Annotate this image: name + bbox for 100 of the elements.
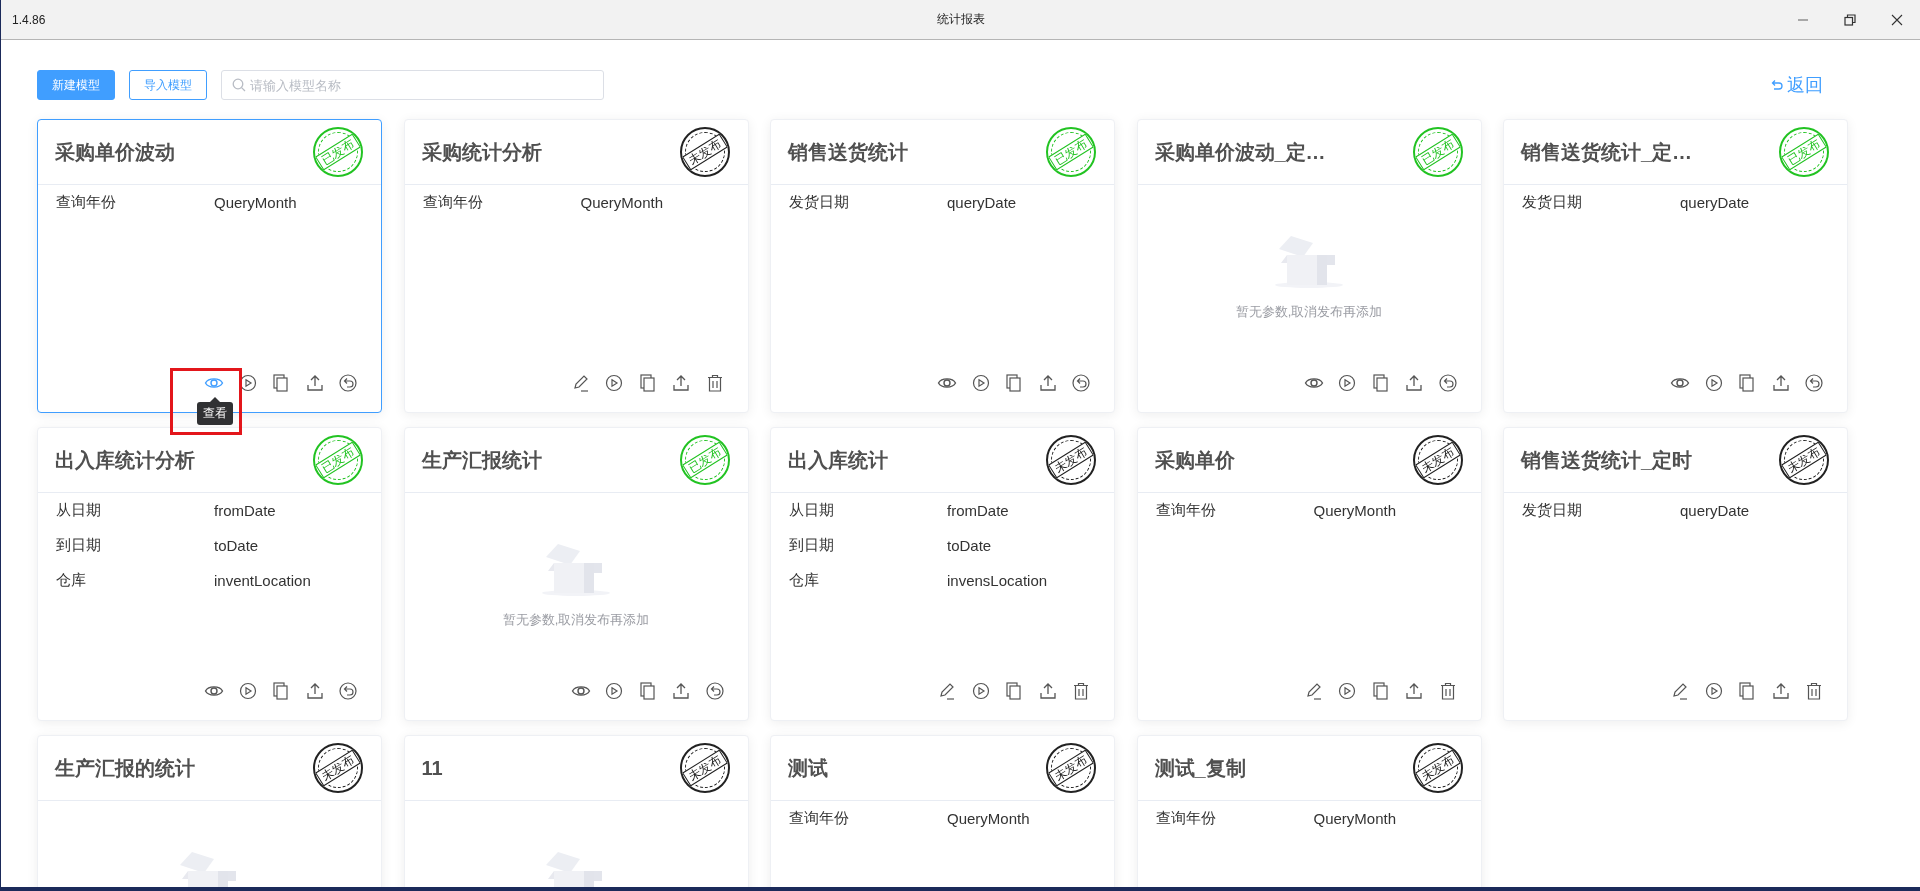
card-title: 出入库统计分析	[55, 447, 195, 473]
status-stamp: 未发布	[313, 743, 363, 793]
copy-icon	[1370, 373, 1391, 393]
upload-button[interactable]	[1770, 681, 1791, 701]
play-button[interactable]	[1337, 373, 1357, 393]
play-button[interactable]	[237, 681, 258, 701]
param-label: 到日期	[56, 536, 102, 555]
card-title: 测试	[788, 755, 828, 781]
upload-icon	[1770, 681, 1791, 701]
param-label: 从日期	[56, 501, 102, 520]
copy-button[interactable]	[1737, 681, 1757, 701]
undo-button[interactable]	[338, 373, 358, 393]
param-value: QueryMonth	[1313, 502, 1397, 519]
card-title: 出入库统计	[788, 447, 888, 473]
param-label: 查询年份	[56, 193, 117, 212]
upload-button[interactable]	[304, 373, 325, 393]
play-button[interactable]	[970, 681, 991, 701]
trash-button[interactable]	[1071, 681, 1091, 701]
param-label: 查询年份	[1155, 809, 1217, 828]
upload-button[interactable]	[671, 681, 691, 701]
model-card[interactable]: 生产汇报统计 已发布 暂无参数,取消发布再添加	[403, 427, 749, 721]
card-title: 生产汇报的统计	[55, 755, 195, 781]
tooltip: 查看	[197, 397, 233, 425]
copy-button[interactable]	[1737, 373, 1757, 393]
copy-button[interactable]	[637, 681, 658, 701]
trash-button[interactable]	[1804, 681, 1824, 701]
model-card[interactable]: 销售送货统计_定… 已发布 发货日期 queryDate	[1503, 119, 1848, 413]
play-icon	[604, 681, 624, 701]
model-card[interactable]: 出入库统计分析 已发布 从日期 fromDate 到日期 toDate 仓库 inventLocation	[37, 427, 382, 721]
restore-icon	[1843, 13, 1856, 26]
upload-button[interactable]	[1404, 681, 1424, 701]
play-button[interactable]	[1337, 681, 1357, 701]
param-value: inventLocation	[214, 572, 311, 589]
upload-icon	[1770, 373, 1791, 393]
copy-button[interactable]	[1370, 373, 1391, 393]
undo-button[interactable]	[338, 681, 358, 701]
upload-icon	[1037, 373, 1058, 393]
undo-button[interactable]	[1071, 373, 1091, 393]
copy-button[interactable]	[271, 373, 291, 393]
undo-button[interactable]	[704, 681, 725, 701]
param-label: 查询年份	[1155, 501, 1217, 520]
pencil-icon	[937, 681, 957, 701]
play-button[interactable]	[1703, 681, 1724, 701]
copy-button[interactable]	[1370, 681, 1391, 701]
copy-icon	[1004, 681, 1024, 701]
upload-button[interactable]	[671, 373, 691, 393]
undo-button[interactable]	[1804, 373, 1824, 393]
play-button[interactable]	[604, 373, 624, 393]
model-card[interactable]: 销售送货统计 已发布 发货日期 queryDate	[770, 119, 1115, 413]
play-icon	[970, 373, 991, 393]
undo-icon	[1071, 373, 1091, 393]
param-label: 发货日期	[789, 193, 850, 212]
model-card[interactable]: 11 未发布	[403, 735, 749, 887]
play-button[interactable]	[604, 681, 624, 701]
play-button[interactable]	[1703, 373, 1724, 393]
copy-button[interactable]	[1004, 373, 1024, 393]
card-title: 销售送货统计_定…	[1521, 139, 1693, 165]
param-label: 发货日期	[1522, 501, 1583, 520]
upload-icon	[304, 373, 325, 393]
copy-button[interactable]	[1004, 681, 1024, 701]
model-card[interactable]: 出入库统计 未发布 从日期 fromDate 到日期 toDate 仓库 invensLocation	[770, 427, 1115, 721]
pencil-button[interactable]	[937, 681, 957, 701]
model-card[interactable]: 采购统计分析 未发布 查询年份 QueryMonth	[403, 119, 749, 413]
copy-button[interactable]	[637, 373, 658, 393]
card-title: 采购单价波动_定…	[1154, 139, 1326, 165]
status-stamp: 未发布	[1779, 435, 1829, 485]
status-stamp: 未发布	[1046, 435, 1096, 485]
undo-icon	[704, 681, 725, 701]
model-card[interactable]: 采购单价 未发布 查询年份 QueryMonth	[1136, 427, 1482, 721]
param-label: 仓库	[789, 571, 820, 590]
upload-button[interactable]	[304, 681, 325, 701]
copy-button[interactable]	[271, 681, 291, 701]
upload-button[interactable]	[1037, 681, 1058, 701]
return-icon	[1769, 78, 1783, 92]
trash-icon	[1804, 681, 1824, 701]
param-value: fromDate	[214, 502, 276, 519]
model-card[interactable]: 测试_复制 未发布 查询年份 QueryMonth	[1136, 735, 1482, 887]
upload-button[interactable]	[1404, 373, 1424, 393]
card-title: 生产汇报统计	[421, 447, 542, 473]
param-value: QueryMonth	[1313, 810, 1397, 827]
upload-button[interactable]	[1037, 373, 1058, 393]
param-label: 发货日期	[1522, 193, 1583, 212]
pencil-button[interactable]	[1670, 681, 1690, 701]
model-card[interactable]: 销售送货统计_定时 未发布 发货日期 queryDate	[1503, 427, 1848, 721]
card-title: 11	[421, 756, 443, 780]
param-value: QueryMonth	[947, 810, 1030, 827]
copy-icon	[1737, 373, 1757, 393]
search-field[interactable]: 请输入模型名称	[221, 70, 604, 100]
undo-button[interactable]	[1437, 373, 1458, 393]
copy-icon	[1370, 681, 1391, 701]
card-title: 销售送货统计	[788, 139, 908, 165]
empty-hint: 暂无参数,取消发布再添加	[502, 611, 650, 629]
model-card[interactable]: 生产汇报的统计 未发布	[37, 735, 382, 887]
model-card[interactable]: 测试 未发布 查询年份 QueryMonth	[770, 735, 1115, 887]
upload-button[interactable]	[1770, 373, 1791, 393]
play-button[interactable]	[970, 373, 991, 393]
model-card[interactable]: 采购单价波动_定… 已发布 暂无参数,取消发布再添加	[1136, 119, 1482, 413]
param-label: 到日期	[789, 536, 835, 555]
play-icon	[1337, 373, 1357, 393]
empty-hint: 暂无参数,取消发布再添加	[1235, 303, 1383, 321]
